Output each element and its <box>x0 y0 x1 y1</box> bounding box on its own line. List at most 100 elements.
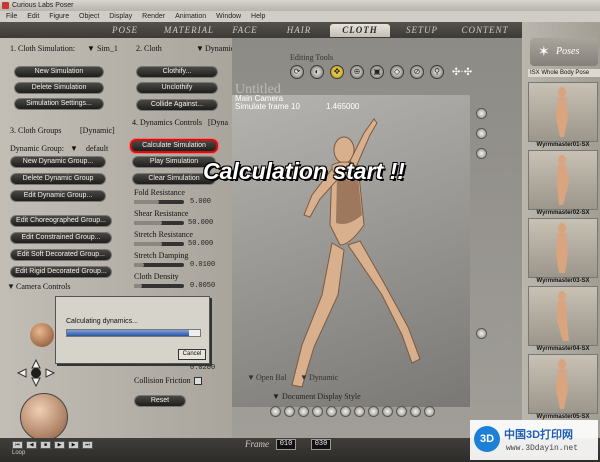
simulation-settings-button[interactable]: Simulation Settings... <box>14 98 104 110</box>
chevron-down-icon[interactable]: ▼ <box>247 373 255 382</box>
light-knob-icon[interactable] <box>476 108 487 119</box>
display-style-icon[interactable] <box>368 406 379 417</box>
light-knob-icon[interactable] <box>476 128 487 139</box>
clothify-button[interactable]: Clothify... <box>136 66 218 78</box>
tab-material[interactable]: MATERIAL <box>158 24 220 37</box>
display-style-icon[interactable] <box>284 406 295 417</box>
rotate-tool-icon[interactable]: ⟳ <box>290 65 304 79</box>
menu-object[interactable]: Object <box>79 13 99 20</box>
display-style-icon[interactable] <box>396 406 407 417</box>
tab-cloth[interactable]: CLOTH <box>330 24 390 37</box>
more-tools-icon[interactable]: ✣·✣ <box>452 67 472 78</box>
tab-setup[interactable]: SETUP <box>396 24 448 37</box>
chevron-down-icon[interactable]: ▼ <box>196 44 204 53</box>
chain-break-icon[interactable]: ⊘ <box>410 65 424 79</box>
cloth-density-slider[interactable] <box>134 284 184 288</box>
display-style-icon[interactable] <box>424 406 435 417</box>
fold-resistance-value[interactable]: 5.000 <box>190 198 211 206</box>
magnify-icon[interactable]: ⚲ <box>430 65 444 79</box>
display-style-icon[interactable] <box>354 406 365 417</box>
pose-thumbnail[interactable] <box>528 218 598 278</box>
stretch-resistance-slider[interactable] <box>134 242 184 246</box>
menu-help[interactable]: Help <box>251 13 265 20</box>
calculate-simulation-button[interactable]: Calculate Simulation <box>130 139 218 153</box>
collapse-arrow-icon[interactable]: ▼ <box>7 282 15 291</box>
render-area[interactable] <box>232 95 470 407</box>
cloth-density-value[interactable]: 0.0050 <box>190 282 215 290</box>
current-frame-field[interactable]: 010 <box>276 439 296 450</box>
translate-tool-icon[interactable]: ✥ <box>330 65 344 79</box>
scale-tool-icon[interactable]: ▣ <box>370 65 384 79</box>
dynamic-group-select[interactable]: default <box>86 144 108 153</box>
tab-face[interactable]: FACE <box>222 24 268 37</box>
edit-soft-decorated-group-button[interactable]: Edit Soft Decorated Group... <box>10 249 112 261</box>
twist-tool-icon[interactable]: ◐ <box>310 65 324 79</box>
display-style-icon[interactable] <box>340 406 351 417</box>
display-style-icon[interactable] <box>312 406 323 417</box>
shear-resistance-slider[interactable] <box>134 221 184 225</box>
extra-param-value[interactable]: 0.0200 <box>190 364 215 372</box>
menu-display[interactable]: Display <box>109 13 132 20</box>
dynamic-label[interactable]: Dynamic <box>309 373 338 382</box>
stretch-damping-slider[interactable] <box>134 263 184 267</box>
trackball-icon[interactable] <box>20 393 68 441</box>
chevron-down-icon[interactable]: ▼ <box>70 144 78 153</box>
new-dynamic-group-button[interactable]: New Dynamic Group... <box>10 156 106 168</box>
stretch-damping-value[interactable]: 0.0100 <box>190 261 215 269</box>
delete-dynamic-group-button[interactable]: Delete Dynamic Group <box>10 173 106 185</box>
reset-button[interactable]: Reset <box>134 395 186 407</box>
display-style-icon[interactable] <box>270 406 281 417</box>
light-knob-icon[interactable] <box>476 148 487 159</box>
chevron-down-icon[interactable]: ▼ <box>87 44 95 53</box>
display-style-icon[interactable] <box>298 406 309 417</box>
camera-move-xz-icon[interactable] <box>16 358 56 388</box>
edit-choreographed-group-button[interactable]: Edit Choreographed Group... <box>10 215 112 227</box>
pose-thumbnail[interactable] <box>528 150 598 210</box>
chevron-down-icon[interactable]: ▼ <box>272 392 280 401</box>
menu-window[interactable]: Window <box>216 13 241 20</box>
unclothify-button[interactable]: Unclothify <box>136 82 218 94</box>
display-style-icon[interactable] <box>326 406 337 417</box>
menu-render[interactable]: Render <box>142 13 165 20</box>
cancel-button[interactable]: Cancel <box>178 349 206 360</box>
translate-in-out-icon[interactable]: ⊕ <box>350 65 364 79</box>
tab-content[interactable]: CONTENT <box>452 24 518 37</box>
last-frame-icon[interactable]: ⏭ <box>82 441 93 449</box>
edit-constrained-group-button[interactable]: Edit Constrained Group... <box>10 232 112 244</box>
next-frame-icon[interactable]: ▶ <box>68 441 79 449</box>
cloth-mode-select[interactable]: Dynamic <box>205 44 234 53</box>
pose-thumbnail[interactable] <box>528 82 598 142</box>
simulation-select[interactable]: Sim_1 <box>97 44 118 53</box>
edit-rigid-decorated-group-button[interactable]: Edit Rigid Decorated Group... <box>10 266 112 278</box>
total-frames-field[interactable]: 030 <box>311 439 331 450</box>
display-style-icon[interactable] <box>382 406 393 417</box>
menu-figure[interactable]: Figure <box>49 13 69 20</box>
menu-animation[interactable]: Animation <box>175 13 206 20</box>
collide-against-button[interactable]: Collide Against... <box>136 99 218 111</box>
play-icon[interactable]: ▶ <box>54 441 65 449</box>
stop-icon[interactable]: ■ <box>40 441 51 449</box>
collision-friction-checkbox[interactable] <box>194 377 202 385</box>
tab-hair[interactable]: HAIR <box>276 24 322 37</box>
camera-controls-label[interactable]: Camera Controls <box>16 282 70 291</box>
first-frame-icon[interactable]: ⏮ <box>12 441 23 449</box>
camera-face-icon[interactable] <box>30 323 54 347</box>
shear-resistance-value[interactable]: 50.000 <box>188 219 213 227</box>
menu-edit[interactable]: Edit <box>27 13 39 20</box>
tab-pose[interactable]: POSE <box>95 24 155 37</box>
open-ball-label[interactable]: Open Bal <box>256 373 286 382</box>
delete-simulation-button[interactable]: Delete Simulation <box>14 82 104 94</box>
pose-thumbnail[interactable] <box>528 354 598 414</box>
pose-thumbnail[interactable] <box>528 286 598 346</box>
fold-resistance-slider[interactable] <box>134 200 184 204</box>
library-select[interactable]: ISX Whole Body Pose <box>528 69 600 77</box>
edit-dynamic-group-button[interactable]: Edit Dynamic Group... <box>10 190 106 202</box>
chevron-down-icon[interactable]: ▼ <box>300 373 308 382</box>
stretch-resistance-value[interactable]: 50.000 <box>188 240 213 248</box>
loop-toggle[interactable]: Loop <box>12 450 25 456</box>
taper-tool-icon[interactable]: ◇ <box>390 65 404 79</box>
menu-file[interactable]: File <box>6 13 17 20</box>
display-style-icon[interactable] <box>410 406 421 417</box>
light-knob-icon[interactable] <box>476 328 487 339</box>
prev-frame-icon[interactable]: ◀ <box>26 441 37 449</box>
